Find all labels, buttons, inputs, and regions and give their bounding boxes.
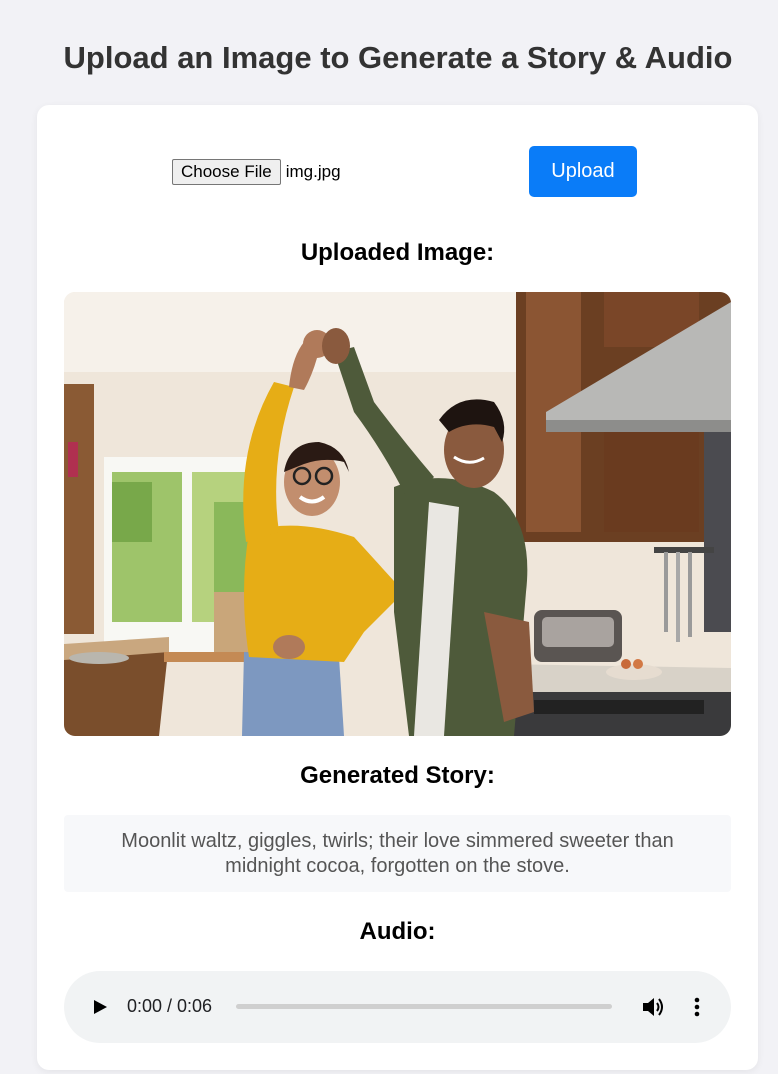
audio-progress-bar[interactable] xyxy=(236,1004,612,1009)
story-text: Moonlit waltz, giggles, twirls; their lo… xyxy=(121,829,674,877)
time-readout: 0:00 / 0:06 xyxy=(127,996,213,1016)
main-card: Choose File img.jpg Upload Uploaded Imag… xyxy=(37,105,758,1070)
page-title: Upload an Image to Generate a Story & Au… xyxy=(63,40,733,75)
audio-heading: Audio: xyxy=(359,918,436,945)
upload-button[interactable]: Upload xyxy=(529,146,637,197)
file-input[interactable]: Choose File img.jpg xyxy=(172,159,341,185)
audio-player[interactable]: 0:00 / 0:06 xyxy=(64,971,731,1043)
selected-file-name: img.jpg xyxy=(285,162,341,181)
generated-story-heading: Generated Story: xyxy=(300,762,495,789)
uploaded-image xyxy=(64,292,731,736)
more-options-icon[interactable] xyxy=(688,995,706,1019)
uploaded-image-heading: Uploaded Image: xyxy=(300,239,495,266)
choose-file-button[interactable]: Choose File xyxy=(172,159,281,185)
play-icon[interactable] xyxy=(90,997,110,1017)
volume-icon[interactable] xyxy=(641,995,667,1019)
story-box: Moonlit waltz, giggles, twirls; their lo… xyxy=(64,815,731,892)
